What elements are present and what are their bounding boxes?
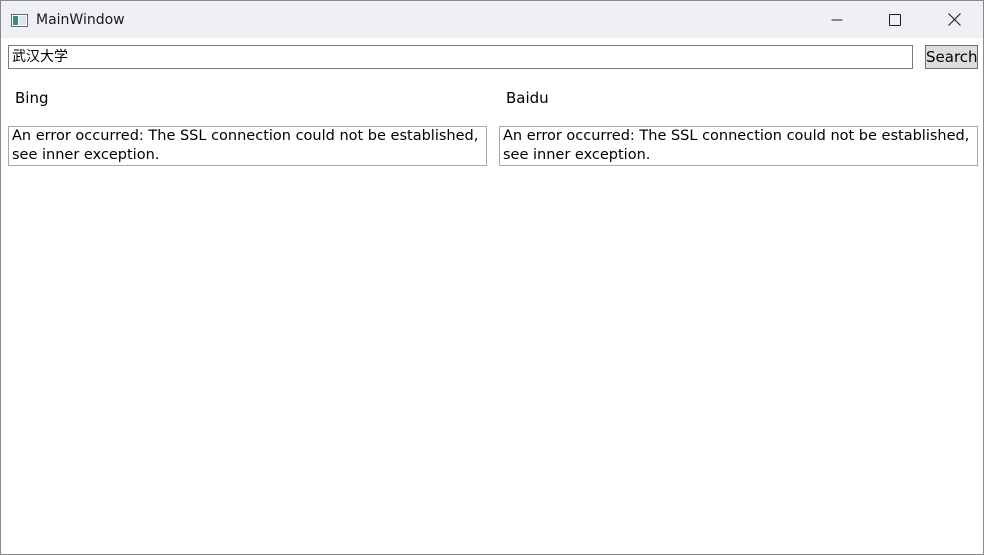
- baidu-result-textbox[interactable]: An error occurred: The SSL connection co…: [499, 126, 978, 166]
- minimize-button[interactable]: [808, 1, 866, 38]
- close-button[interactable]: [925, 1, 983, 38]
- bing-result-textbox[interactable]: An error occurred: The SSL connection co…: [8, 126, 487, 166]
- app-window-icon: [11, 12, 28, 27]
- main-window: MainWindow 武汉大学 Search Bing Baidu An err…: [0, 0, 984, 555]
- baidu-label: Baidu: [506, 89, 549, 107]
- bing-label: Bing: [15, 89, 49, 107]
- maximize-icon: [889, 13, 901, 26]
- search-button[interactable]: Search: [925, 45, 978, 69]
- minimize-icon: [831, 14, 843, 26]
- close-icon: [947, 13, 961, 26]
- maximize-button[interactable]: [866, 1, 924, 38]
- search-input[interactable]: 武汉大学: [8, 45, 913, 69]
- window-title: MainWindow: [36, 12, 125, 28]
- title-bar[interactable]: MainWindow: [1, 1, 983, 38]
